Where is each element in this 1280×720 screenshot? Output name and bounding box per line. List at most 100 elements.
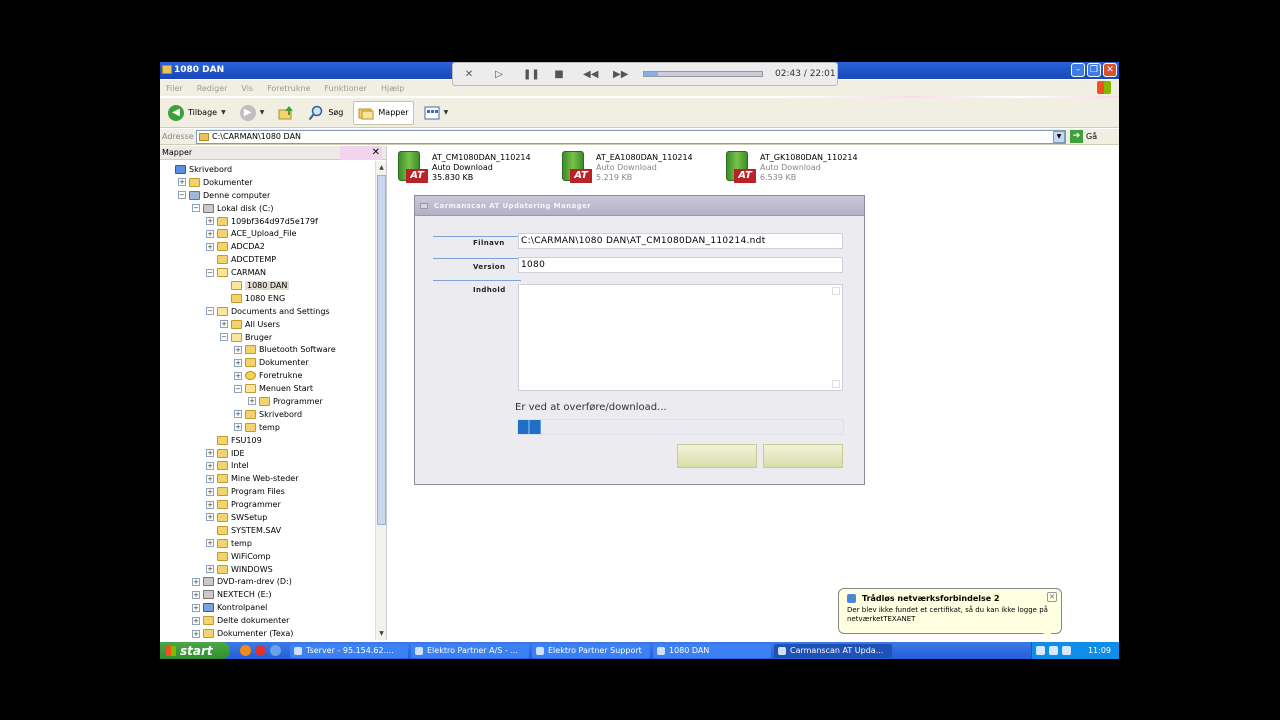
tree-item[interactable]: + Intel: [160, 459, 375, 472]
tree-item[interactable]: + Foretrukne: [160, 369, 375, 382]
volume-icon[interactable]: [1049, 646, 1058, 655]
tree-item[interactable]: + Dokumenter (Texa): [160, 627, 375, 640]
opera-icon[interactable]: [255, 645, 266, 656]
expand-icon[interactable]: +: [206, 500, 214, 509]
tree-item[interactable]: + Skrivebord: [160, 408, 375, 421]
firefox-icon[interactable]: [240, 645, 251, 656]
dialog-button-2[interactable]: [763, 444, 843, 468]
dialog-titlebar[interactable]: Carmanscan AT Updatering Manager: [415, 196, 864, 216]
filename-field[interactable]: C:\CARMAN\1080 DAN\AT_CM1080DAN_110214.n…: [518, 233, 843, 249]
expand-icon[interactable]: +: [220, 320, 228, 329]
tree-item[interactable]: FSU109: [160, 434, 375, 447]
folders-button[interactable]: Mapper: [353, 100, 414, 125]
close-icon[interactable]: ✕: [372, 147, 380, 158]
scroll-up-icon[interactable]: [832, 287, 840, 295]
expand-icon[interactable]: +: [234, 410, 242, 419]
taskbar-button[interactable]: 1080 DAN: [653, 643, 771, 658]
tree-item[interactable]: + Kontrolpanel: [160, 601, 375, 614]
taskbar-button[interactable]: Elektro Partner Support: [532, 643, 650, 658]
back-button[interactable]: ◀ Tilbage ▼: [164, 101, 230, 125]
tree-item[interactable]: 1080 ENG: [160, 292, 375, 305]
tree-item[interactable]: + DVD-ram-drev (D:): [160, 576, 375, 589]
scroll-down-icon[interactable]: [832, 380, 840, 388]
scroll-down-icon[interactable]: ▼: [377, 628, 386, 639]
close-button[interactable]: ✕: [1103, 63, 1117, 77]
expand-icon[interactable]: +: [234, 358, 242, 367]
tree-item[interactable]: +109bf364d97d5e179f: [160, 215, 375, 228]
taskbar-button[interactable]: Tserver - 95.154.62....: [290, 643, 408, 658]
expand-icon[interactable]: +: [206, 487, 214, 496]
media-seek-bar[interactable]: [643, 71, 763, 77]
forward-button[interactable]: ▶ ▼: [236, 101, 269, 125]
collapse-icon[interactable]: −: [192, 204, 200, 213]
menu-item[interactable]: Vis: [241, 84, 253, 93]
close-icon[interactable]: ✕: [1047, 592, 1057, 602]
tree-scrollbar[interactable]: ▲ ▼: [375, 161, 386, 640]
expand-icon[interactable]: +: [206, 474, 214, 483]
tree-item[interactable]: + WINDOWS: [160, 563, 375, 576]
collapse-icon[interactable]: −: [206, 307, 214, 316]
scroll-up-icon[interactable]: ▲: [377, 162, 386, 173]
search-button[interactable]: Søg: [304, 101, 347, 125]
ie-icon[interactable]: [270, 645, 281, 656]
expand-icon[interactable]: +: [206, 513, 214, 522]
tree-item[interactable]: − Denne computer: [160, 189, 375, 202]
tree-item[interactable]: + Programmer: [160, 498, 375, 511]
expand-icon[interactable]: +: [206, 242, 214, 251]
start-button[interactable]: start: [160, 642, 230, 659]
network-icon[interactable]: [1036, 646, 1045, 655]
chevron-down-icon[interactable]: ▼: [260, 109, 265, 116]
taskbar-button[interactable]: Carmanscan AT Upda...: [774, 643, 892, 658]
expand-icon[interactable]: +: [192, 590, 200, 599]
stop-icon[interactable]: ■: [553, 69, 565, 80]
tree-item[interactable]: + Program Files: [160, 485, 375, 498]
tree-item[interactable]: + temp: [160, 421, 375, 434]
tree-item[interactable]: − Lokal disk (C:): [160, 202, 375, 215]
tree-item[interactable]: − CARMAN: [160, 266, 375, 279]
tree-item[interactable]: − Documents and Settings: [160, 305, 375, 318]
network-notification[interactable]: Trådløs netværksforbindelse 2 ✕ Der blev…: [838, 588, 1062, 641]
tree-item[interactable]: + All Users: [160, 318, 375, 331]
play-icon[interactable]: ▷: [493, 69, 505, 80]
go-button[interactable]: ➔ Gå: [1070, 130, 1097, 143]
tree-item[interactable]: 1080 DAN: [160, 279, 375, 292]
expand-icon[interactable]: +: [206, 461, 214, 470]
collapse-icon[interactable]: −: [206, 268, 214, 277]
fast-forward-icon[interactable]: ▶▶: [613, 69, 628, 80]
address-input[interactable]: C:\CARMAN\1080 DAN ▼: [196, 129, 1066, 144]
tree-item[interactable]: − Menuen Start: [160, 382, 375, 395]
maximize-button[interactable]: ❐: [1087, 63, 1101, 77]
tree-item[interactable]: ADCDTEMP: [160, 253, 375, 266]
tree-item[interactable]: + ADCDA2: [160, 240, 375, 253]
tree-item[interactable]: + Dokumenter: [160, 356, 375, 369]
expand-icon[interactable]: +: [206, 539, 214, 548]
tree-item[interactable]: + Mine Web-steder: [160, 472, 375, 485]
tree-item[interactable]: + ACE_Upload_File: [160, 227, 375, 240]
collapse-icon[interactable]: −: [178, 191, 186, 200]
tree-item[interactable]: + IDE: [160, 447, 375, 460]
expand-icon[interactable]: +: [206, 565, 214, 574]
expand-icon[interactable]: +: [192, 577, 200, 586]
expand-icon[interactable]: +: [192, 616, 200, 625]
scrollbar-thumb[interactable]: [377, 175, 386, 525]
menu-item[interactable]: Foretrukne: [267, 84, 310, 93]
dialog-button-1[interactable]: [677, 444, 757, 468]
expand-icon[interactable]: +: [206, 217, 214, 225]
tree-item[interactable]: SYSTEM.SAV: [160, 524, 375, 537]
file-item[interactable]: AT AT_CM1080DAN_110214 Auto Download 35.830…: [394, 151, 554, 185]
tree-item[interactable]: WiFiComp: [160, 550, 375, 563]
expand-icon[interactable]: +: [178, 178, 186, 187]
close-icon[interactable]: ✕: [463, 69, 475, 80]
expand-icon[interactable]: +: [234, 345, 242, 354]
expand-icon[interactable]: +: [206, 229, 214, 238]
expand-icon[interactable]: +: [206, 449, 214, 458]
taskbar-button[interactable]: Elektro Partner A/S - ...: [411, 643, 529, 658]
collapse-icon[interactable]: −: [220, 333, 228, 342]
expand-icon[interactable]: +: [248, 397, 256, 406]
expand-icon[interactable]: +: [192, 603, 200, 612]
menu-item[interactable]: Filer: [166, 84, 183, 93]
tree-item[interactable]: Skrivebord: [160, 163, 375, 176]
menu-item[interactable]: Funktioner: [324, 84, 366, 93]
chevron-down-icon[interactable]: ▼: [1053, 130, 1065, 143]
views-button[interactable]: ▼: [420, 101, 453, 125]
